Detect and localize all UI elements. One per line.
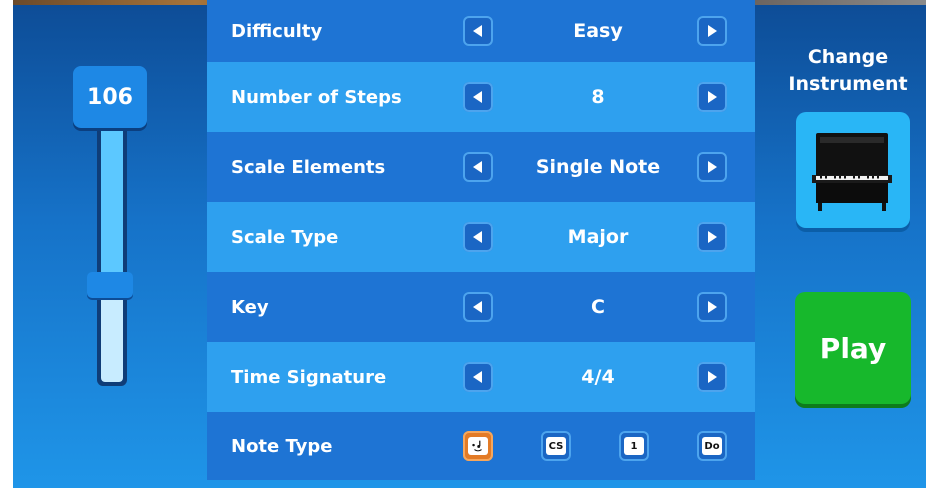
- next-difficulty-button[interactable]: [697, 16, 727, 46]
- note-type-number-button[interactable]: 1: [619, 431, 649, 461]
- next-key-button[interactable]: [697, 292, 727, 322]
- letter-note-icon: CS: [546, 437, 566, 455]
- setting-row-number-of-steps: Number of Steps 8: [207, 62, 755, 132]
- previous-scale-type-button[interactable]: [463, 222, 493, 252]
- setting-row-scale-elements: Scale Elements Single Note: [207, 132, 755, 202]
- setting-row-scale-type: Scale Type Major: [207, 202, 755, 272]
- tempo-slider-lower: [101, 290, 123, 382]
- note-type-letter-button[interactable]: CS: [541, 431, 571, 461]
- arrow-right-icon: [708, 25, 717, 37]
- arrow-left-icon: [473, 161, 482, 173]
- play-button[interactable]: Play: [795, 292, 911, 404]
- arrow-right-icon: [708, 161, 717, 173]
- arrow-right-icon: [708, 231, 717, 243]
- setting-label: Difficulty: [231, 20, 323, 42]
- previous-time-signature-button[interactable]: [463, 362, 493, 392]
- setting-row-difficulty: Difficulty Easy: [207, 0, 755, 62]
- tempo-value-badge: 106: [73, 66, 147, 128]
- tempo-slider-fill: [101, 116, 123, 276]
- note-face-icon: [468, 437, 488, 455]
- setting-value: C: [591, 296, 605, 318]
- previous-steps-button[interactable]: [463, 82, 493, 112]
- arrow-left-icon: [473, 371, 482, 383]
- upright-piano-icon: [812, 133, 892, 211]
- setting-label: Scale Type: [231, 226, 339, 248]
- arrow-left-icon: [473, 91, 482, 103]
- next-scale-type-button[interactable]: [697, 222, 727, 252]
- arrow-left-icon: [473, 301, 482, 313]
- setting-label: Note Type: [231, 435, 333, 457]
- previous-key-button[interactable]: [463, 292, 493, 322]
- setting-label: Key: [231, 296, 269, 318]
- setting-row-note-type: Note Type CS 1 Do: [207, 412, 755, 480]
- change-instrument-label: Change Instrument: [788, 46, 908, 95]
- setting-label: Number of Steps: [231, 86, 402, 108]
- note-type-face-button[interactable]: [463, 431, 493, 461]
- setting-value: 8: [591, 86, 605, 108]
- setting-label: Time Signature: [231, 366, 387, 388]
- next-scale-elements-button[interactable]: [697, 152, 727, 182]
- setting-label: Scale Elements: [231, 156, 386, 178]
- number-note-icon: 1: [624, 437, 644, 455]
- previous-difficulty-button[interactable]: [463, 16, 493, 46]
- game-screen: 106 Difficulty Easy Number of Steps 8 Sc…: [13, 0, 926, 488]
- next-time-signature-button[interactable]: [697, 362, 727, 392]
- next-steps-button[interactable]: [697, 82, 727, 112]
- arrow-right-icon: [708, 301, 717, 313]
- note-type-solfege-button[interactable]: Do: [697, 431, 727, 461]
- solfege-note-icon: Do: [702, 437, 722, 455]
- setting-row-key: Key C: [207, 272, 755, 342]
- previous-scale-elements-button[interactable]: [463, 152, 493, 182]
- setting-value: Major: [567, 226, 629, 248]
- arrow-left-icon: [473, 231, 482, 243]
- setting-value: Easy: [573, 20, 623, 42]
- arrow-right-icon: [708, 371, 717, 383]
- setting-value: 4/4: [581, 366, 615, 388]
- setting-value: Single Note: [535, 156, 661, 178]
- tempo-slider-thumb[interactable]: [87, 272, 133, 298]
- arrow-right-icon: [708, 91, 717, 103]
- arrow-left-icon: [473, 25, 482, 37]
- change-instrument-button[interactable]: [796, 112, 910, 228]
- settings-panel: Difficulty Easy Number of Steps 8 Scale …: [207, 0, 755, 488]
- setting-row-time-signature: Time Signature 4/4: [207, 342, 755, 412]
